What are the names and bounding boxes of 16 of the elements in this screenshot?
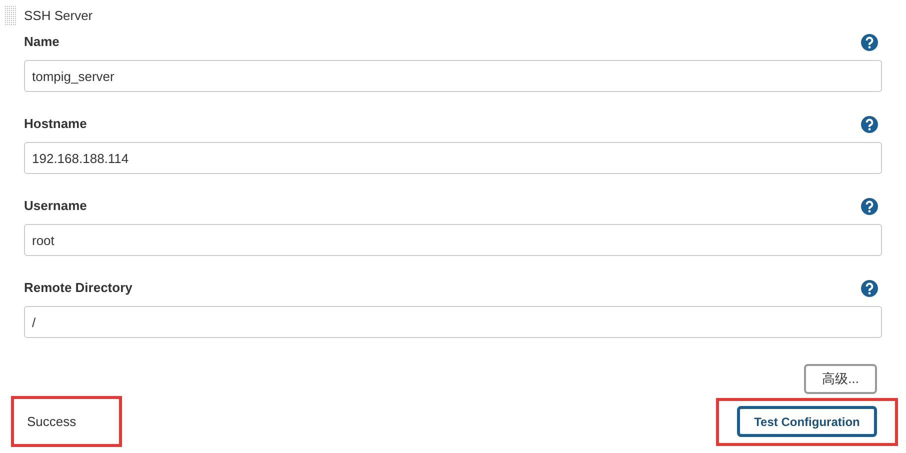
help-icon[interactable]: [861, 198, 878, 214]
text-field[interactable]: /: [24, 306, 882, 338]
advanced-button[interactable]: 高级...: [804, 364, 877, 394]
help-icon[interactable]: [861, 34, 878, 50]
field-label: Remote Directory: [24, 279, 132, 298]
field-label: Hostname: [24, 115, 87, 134]
field-label: Name: [24, 33, 60, 52]
field-label: Username: [24, 197, 87, 216]
section-title: SSH Server: [24, 7, 93, 26]
text-field[interactable]: tompig_server: [24, 60, 882, 92]
test-configuration-button[interactable]: Test Configuration: [737, 406, 877, 437]
help-icon[interactable]: [861, 280, 878, 296]
text-field[interactable]: 192.168.188.114: [24, 142, 882, 174]
help-icon[interactable]: [861, 116, 878, 132]
text-field[interactable]: root: [24, 224, 882, 256]
status-text: Success: [27, 412, 76, 431]
